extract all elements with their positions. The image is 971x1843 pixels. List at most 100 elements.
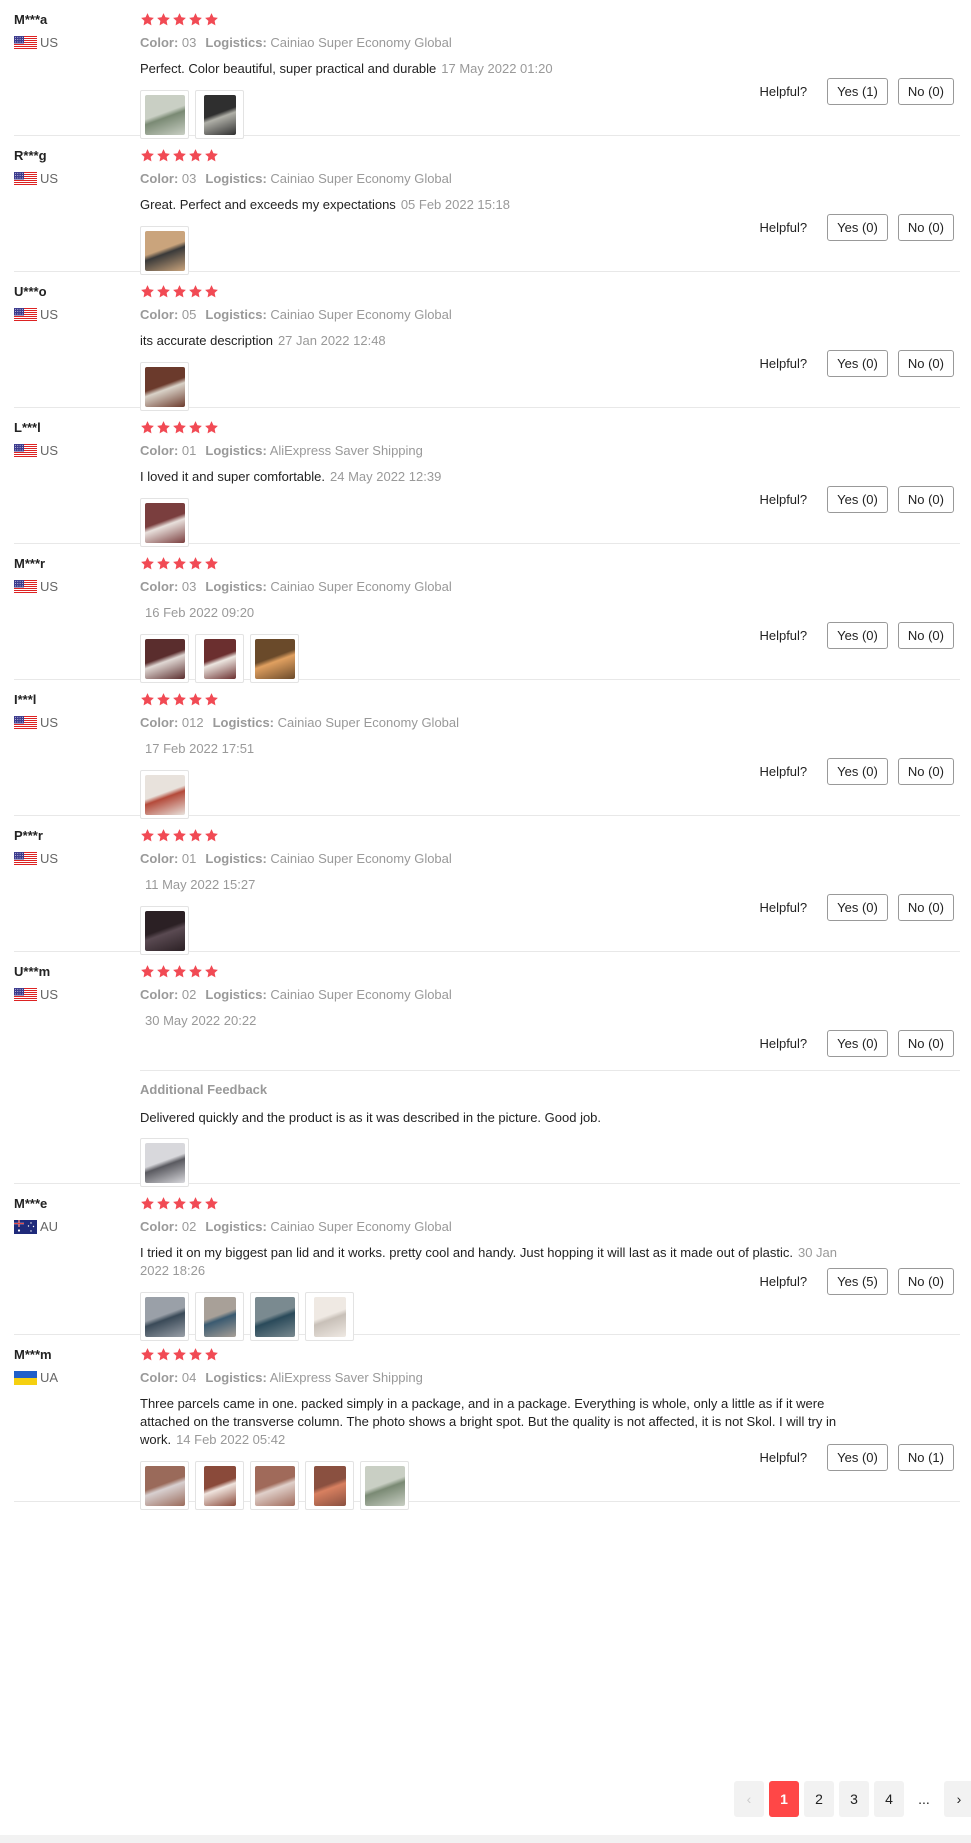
helpful-yes-button[interactable]: Yes (0) xyxy=(827,1444,888,1471)
review-photo xyxy=(144,910,185,951)
star-icon xyxy=(157,13,170,26)
review-photo-thumbnail[interactable] xyxy=(140,90,189,139)
reviewer-info: M***a US xyxy=(14,11,124,51)
review-meta: Color: 04 Logistics: AliExpress Saver Shi… xyxy=(140,1370,960,1386)
helpful-no-button[interactable]: No (0) xyxy=(897,758,954,785)
flag-ua-icon xyxy=(14,1371,37,1385)
review-photo-thumbnail[interactable] xyxy=(195,634,244,683)
review-date: 17 May 2022 01:20 xyxy=(441,61,553,76)
review-body: its accurate description xyxy=(140,333,273,348)
review-photos xyxy=(140,1292,960,1341)
review-body: I tried it on my biggest pan lid and it … xyxy=(140,1245,793,1260)
reviewer-name: U***m xyxy=(14,964,51,979)
review-photo-thumbnail[interactable] xyxy=(140,906,189,955)
review-date: 05 Feb 2022 15:18 xyxy=(400,197,510,212)
helpful-no-button[interactable]: No (0) xyxy=(897,78,954,105)
helpful-vote: Helpful? Yes (0) No (1) xyxy=(759,1444,954,1471)
review-photo-thumbnail[interactable] xyxy=(140,1461,189,1510)
helpful-no-button[interactable]: No (1) xyxy=(897,1444,954,1471)
review-photo xyxy=(144,230,185,271)
review-photo-thumbnail[interactable] xyxy=(195,1292,244,1341)
star-icon xyxy=(173,149,186,162)
review-photo-thumbnail[interactable] xyxy=(140,1138,189,1187)
chevron-right-icon: › xyxy=(956,1791,962,1807)
logistics-label: Logistics: xyxy=(205,35,267,50)
country-code: US xyxy=(40,579,59,594)
helpful-yes-button[interactable]: Yes (0) xyxy=(827,214,888,241)
helpful-no-button[interactable]: No (0) xyxy=(897,894,954,921)
helpful-yes-button[interactable]: Yes (0) xyxy=(827,350,888,377)
star-icon xyxy=(205,149,218,162)
page-button-1[interactable]: 1 xyxy=(769,1781,799,1817)
review-text: Three parcels came in one. packed simply… xyxy=(140,1395,860,1449)
review-content: Color: 05 Logistics: Cainiao Super Econom… xyxy=(140,284,960,411)
reviewer-country: US xyxy=(14,579,124,595)
country-code: US xyxy=(40,307,59,322)
star-icon xyxy=(205,285,218,298)
review-photo-thumbnail[interactable] xyxy=(140,1292,189,1341)
review-item: R***g US Color: 03 Logistics: Cainiao Super… xyxy=(14,136,960,275)
review-meta: Color: 03 Logistics: Cainiao Super Econom… xyxy=(140,579,960,595)
page-ellipsis: ... xyxy=(918,1791,930,1807)
review-photo-thumbnail[interactable] xyxy=(305,1292,354,1341)
review-photo-thumbnail[interactable] xyxy=(195,1461,244,1510)
helpful-yes-button[interactable]: Yes (0) xyxy=(827,894,888,921)
helpful-label: Helpful? xyxy=(759,356,808,371)
star-icon xyxy=(189,829,202,842)
flag-us-icon xyxy=(14,716,37,730)
star-icon xyxy=(157,149,170,162)
next-page-button[interactable]: › xyxy=(944,1781,971,1817)
star-rating xyxy=(140,12,960,28)
page-button-4[interactable]: 4 xyxy=(874,1781,904,1817)
flag-us-icon xyxy=(14,580,37,594)
review-text: its accurate description 27 Jan 2022 12:4… xyxy=(140,332,860,350)
star-icon xyxy=(141,285,154,298)
review-photo-thumbnail[interactable] xyxy=(140,362,189,411)
helpful-vote: Helpful? Yes (0) No (0) xyxy=(759,894,954,921)
review-content: Color: 03 Logistics: Cainiao Super Econom… xyxy=(140,148,960,275)
star-rating xyxy=(140,828,960,844)
helpful-no-button[interactable]: No (0) xyxy=(897,1030,954,1057)
review-photo-thumbnail[interactable] xyxy=(250,1461,299,1510)
review-photo-thumbnail[interactable] xyxy=(140,498,189,547)
page-button-3[interactable]: 3 xyxy=(839,1781,869,1817)
helpful-vote: Helpful? Yes (0) No (0) xyxy=(759,214,954,241)
color-value: 03 xyxy=(181,579,197,594)
color-label: Color: xyxy=(140,171,179,186)
pagination: ‹ 1 2 3 4... › xyxy=(734,1781,971,1817)
star-rating xyxy=(140,1196,960,1212)
reviewer-name: M***e xyxy=(14,1196,48,1211)
review-photo-thumbnail[interactable] xyxy=(140,634,189,683)
page-button-2[interactable]: 2 xyxy=(804,1781,834,1817)
helpful-no-button[interactable]: No (0) xyxy=(897,214,954,241)
reviewer-country: US xyxy=(14,35,124,51)
star-icon xyxy=(157,557,170,570)
review-body: Perfect. Color beautiful, super practica… xyxy=(140,61,437,76)
review-photo-thumbnail[interactable] xyxy=(195,90,244,139)
star-icon xyxy=(205,693,218,706)
helpful-yes-button[interactable]: Yes (0) xyxy=(827,622,888,649)
reviewer-country: US xyxy=(14,715,124,731)
review-photo-thumbnail[interactable] xyxy=(250,1292,299,1341)
helpful-no-button[interactable]: No (0) xyxy=(897,486,954,513)
helpful-no-button[interactable]: No (0) xyxy=(897,622,954,649)
helpful-yes-button[interactable]: Yes (0) xyxy=(827,486,888,513)
review-text: 11 May 2022 15:27 xyxy=(140,876,860,894)
helpful-yes-button[interactable]: Yes (0) xyxy=(827,1030,888,1057)
review-photo xyxy=(203,638,236,679)
review-photo-thumbnail[interactable] xyxy=(250,634,299,683)
review-item: M***m UA Color: 04 Logistics: AliExpress Sa… xyxy=(14,1335,960,1510)
prev-page-button[interactable]: ‹ xyxy=(734,1781,764,1817)
star-icon xyxy=(189,13,202,26)
helpful-no-button[interactable]: No (0) xyxy=(897,1268,954,1295)
helpful-yes-button[interactable]: Yes (5) xyxy=(827,1268,888,1295)
helpful-yes-button[interactable]: Yes (0) xyxy=(827,758,888,785)
review-photo-thumbnail[interactable] xyxy=(360,1461,409,1510)
helpful-yes-button[interactable]: Yes (1) xyxy=(827,78,888,105)
helpful-label: Helpful? xyxy=(759,900,808,915)
star-icon xyxy=(173,1197,186,1210)
helpful-no-button[interactable]: No (0) xyxy=(897,350,954,377)
review-photo-thumbnail[interactable] xyxy=(140,226,189,275)
review-photo-thumbnail[interactable] xyxy=(305,1461,354,1510)
review-photo-thumbnail[interactable] xyxy=(140,770,189,819)
